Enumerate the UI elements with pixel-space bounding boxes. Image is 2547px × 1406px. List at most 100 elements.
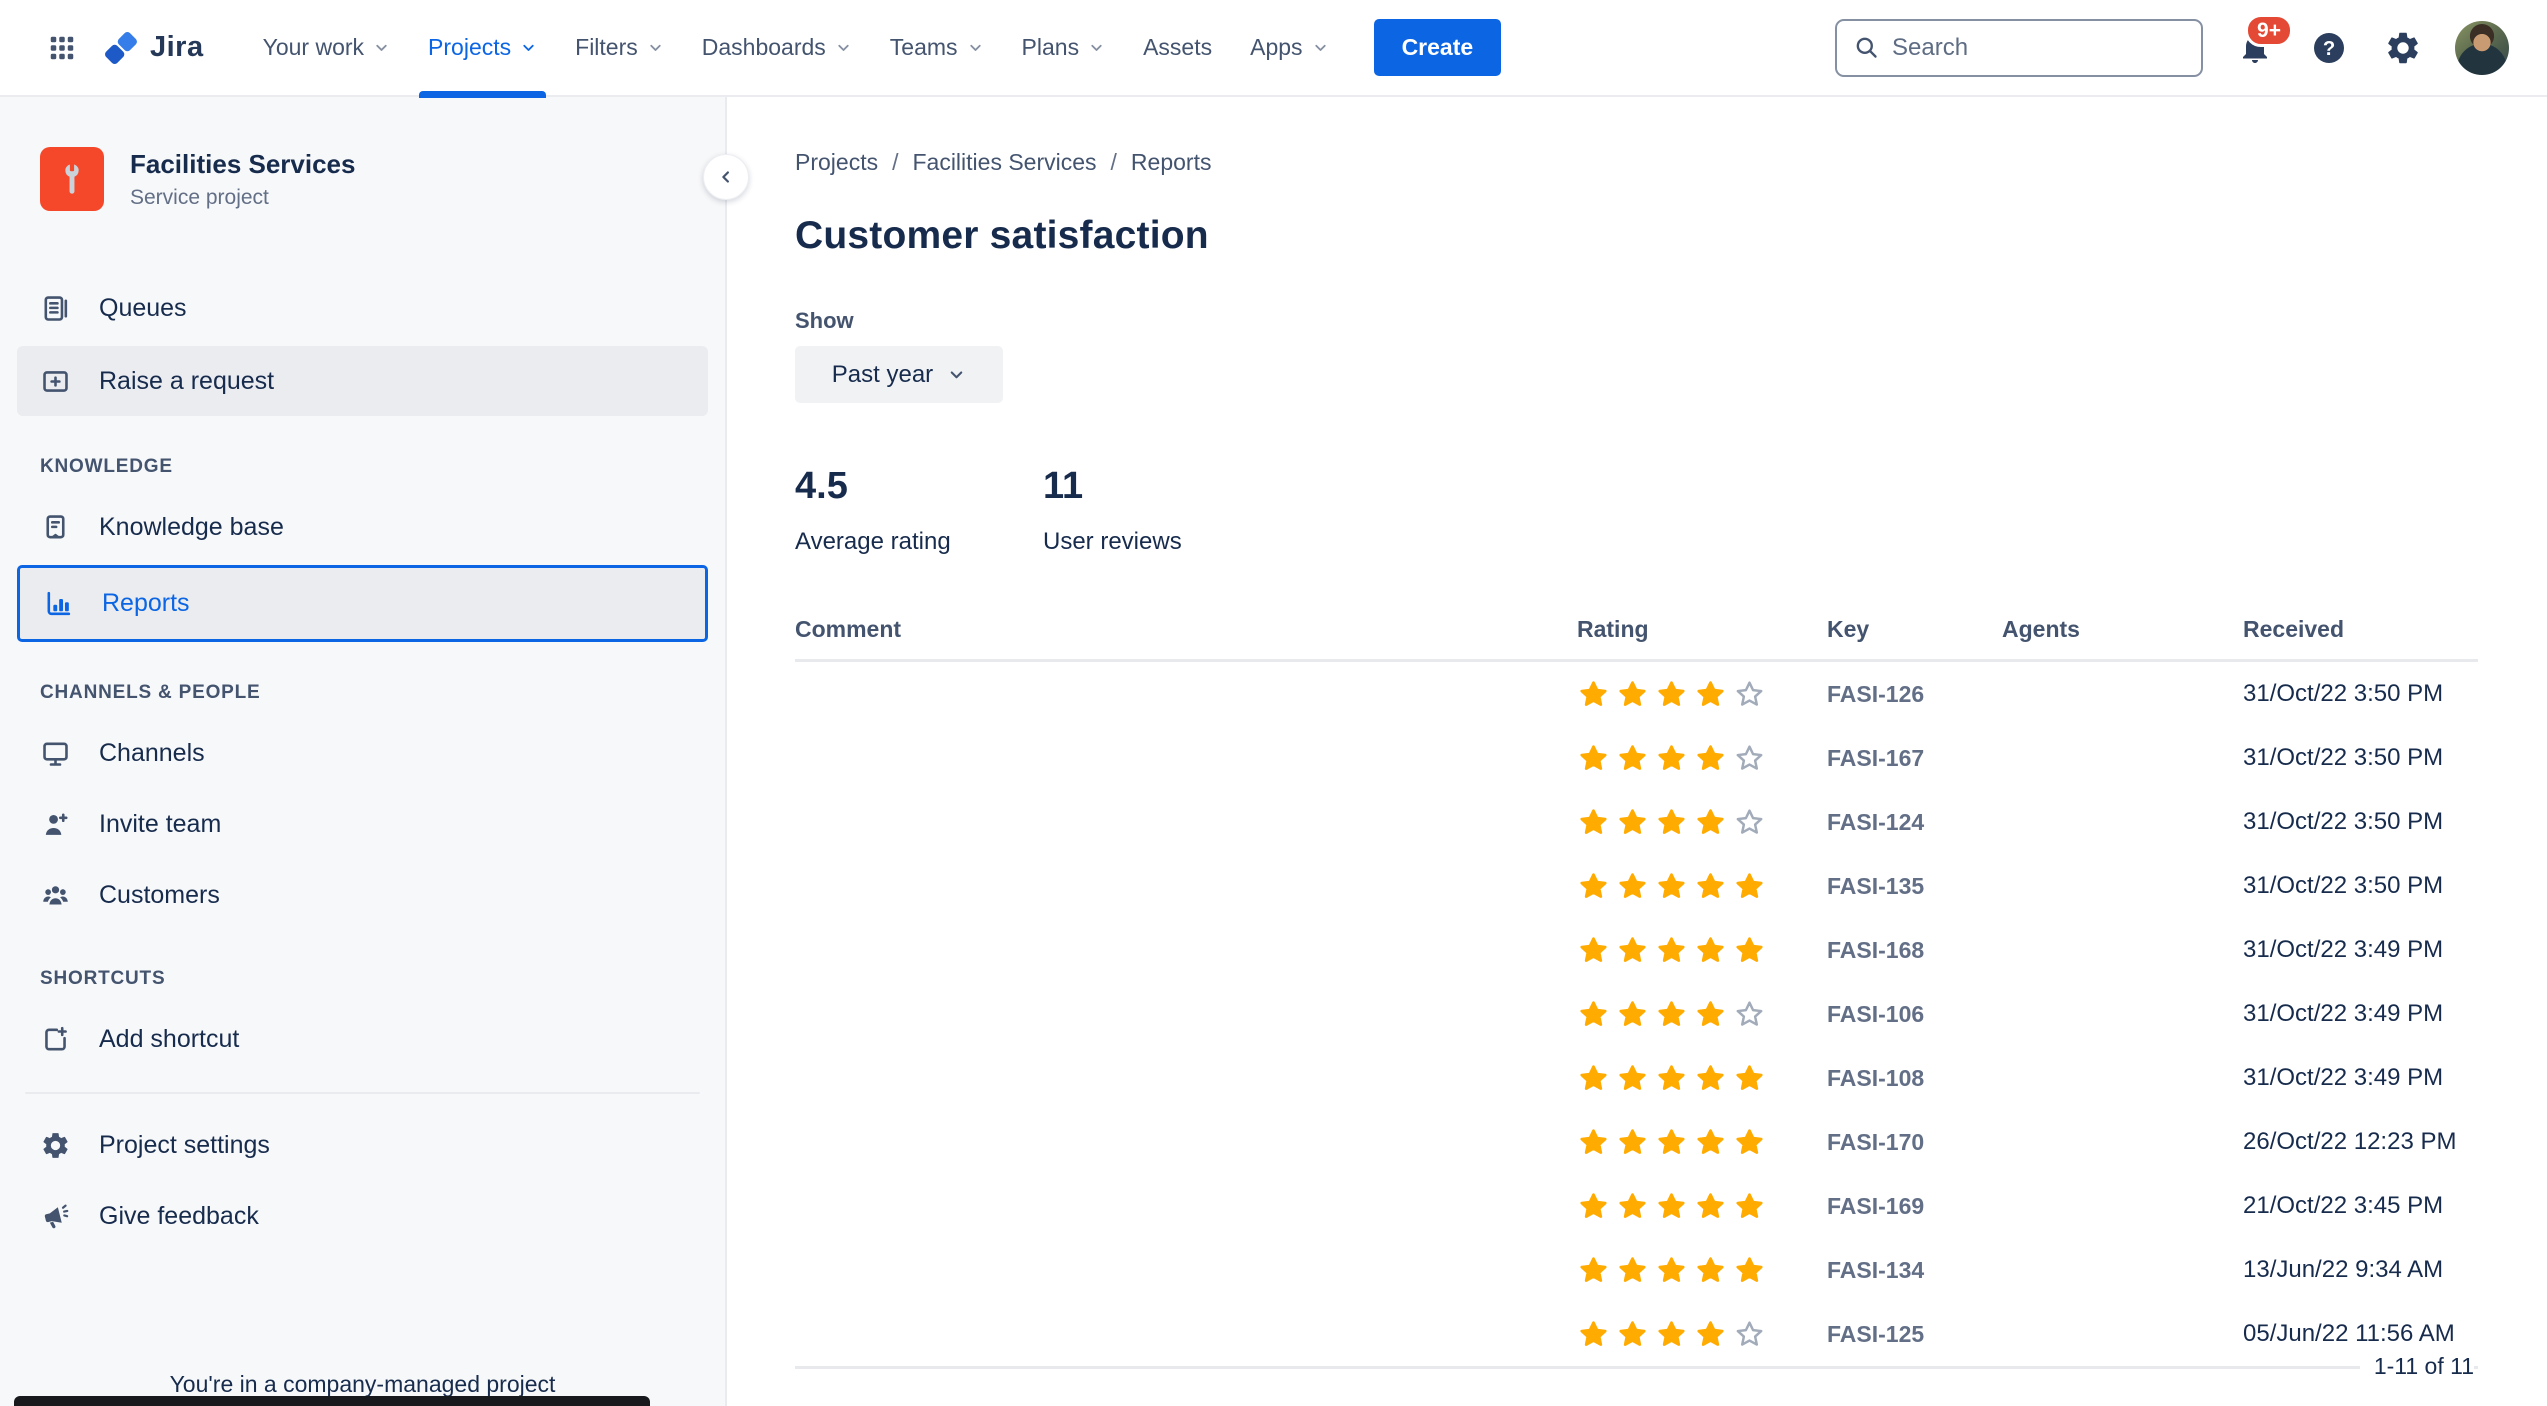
- table-row[interactable]: FASI-124 31/Oct/22 3:50 PM: [795, 790, 2478, 854]
- issue-key-link[interactable]: FASI-170: [1827, 1129, 2002, 1156]
- sidebar-item-give-feedback[interactable]: Give feedback: [17, 1183, 708, 1249]
- nav-item-label: Your work: [262, 34, 365, 60]
- sidebar-section-heading: KNOWLEDGE: [40, 456, 173, 477]
- star-empty-icon: [1736, 744, 1763, 770]
- star-filled-icon: [1658, 1128, 1685, 1154]
- issue-key-link[interactable]: FASI-126: [1827, 681, 2002, 708]
- rating-stars: [1577, 1190, 1827, 1223]
- notifications-bell-icon[interactable]: 9+: [2233, 13, 2293, 70]
- star-filled-icon: [1619, 808, 1646, 834]
- sidebar-section-heading: SHORTCUTS: [40, 968, 166, 989]
- app-switcher-icon[interactable]: [40, 26, 84, 70]
- issue-key-link[interactable]: FASI-134: [1827, 1257, 2002, 1284]
- star-filled-icon: [1580, 1256, 1607, 1282]
- issue-key-link[interactable]: FASI-167: [1827, 745, 2002, 772]
- star-filled-icon: [1697, 680, 1724, 706]
- search-box[interactable]: [1835, 18, 2203, 77]
- issue-key-link[interactable]: FASI-125: [1827, 1321, 2002, 1348]
- table-row[interactable]: FASI-169 21/Oct/22 3:45 PM: [795, 1174, 2478, 1238]
- settings-gear-icon[interactable]: [2381, 26, 2425, 70]
- project-sidebar: Facilities Services Service project Queu…: [0, 97, 749, 1406]
- sidebar-item-queues[interactable]: Queues: [17, 275, 708, 341]
- sidebar-item-project-settings[interactable]: Project settings: [17, 1112, 708, 1178]
- table-row[interactable]: FASI-108 31/Oct/22 3:49 PM: [795, 1046, 2478, 1110]
- search-icon: [1853, 34, 1880, 61]
- help-icon[interactable]: ?: [2307, 26, 2351, 70]
- show-filter-label: Show: [795, 308, 854, 333]
- star-filled-icon: [1697, 1000, 1724, 1026]
- issue-key-link[interactable]: FASI-168: [1827, 937, 2002, 964]
- sidebar-collapse-button[interactable]: [703, 154, 749, 200]
- star-filled-icon: [1697, 808, 1724, 834]
- table-body: FASI-126 31/Oct/22 3:50 PM FASI-167 31/O…: [795, 662, 2478, 1366]
- nav-item-filters[interactable]: Filters: [556, 0, 683, 96]
- issue-key-link[interactable]: FASI-124: [1827, 809, 2002, 836]
- nav-item-your-work[interactable]: Your work: [244, 0, 409, 96]
- create-button[interactable]: Create: [1373, 19, 1502, 76]
- table-row[interactable]: FASI-106 31/Oct/22 3:49 PM: [795, 982, 2478, 1046]
- issue-key-link[interactable]: FASI-108: [1827, 1065, 2002, 1092]
- table-row[interactable]: FASI-167 31/Oct/22 3:50 PM: [795, 726, 2478, 790]
- star-filled-icon: [1697, 1256, 1724, 1282]
- star-filled-icon: [1697, 936, 1724, 962]
- table-row[interactable]: FASI-170 26/Oct/22 12:23 PM: [795, 1110, 2478, 1174]
- sidebar-item-knowledge-base[interactable]: Knowledge base: [17, 494, 708, 560]
- star-filled-icon: [1619, 744, 1646, 770]
- received-date: 31/Oct/22 3:49 PM: [2243, 1000, 2444, 1027]
- star-filled-icon: [1736, 1256, 1763, 1282]
- table-row[interactable]: FASI-135 31/Oct/22 3:50 PM: [795, 854, 2478, 918]
- sidebar-item-add-shortcut[interactable]: Add shortcut: [17, 1006, 708, 1072]
- table-row[interactable]: FASI-168 31/Oct/22 3:49 PM: [795, 918, 2478, 982]
- column-header-agents: Agents: [2002, 616, 2080, 642]
- user-avatar[interactable]: [2455, 20, 2509, 75]
- received-date: 31/Oct/22 3:49 PM: [2243, 936, 2444, 963]
- issue-key-link[interactable]: FASI-135: [1827, 873, 2002, 900]
- chevron-down-icon: [373, 39, 390, 56]
- user-reviews-value: 11: [1043, 465, 1084, 507]
- sidebar-item-label: Give feedback: [99, 1201, 259, 1230]
- nav-item-assets[interactable]: Assets: [1124, 0, 1231, 96]
- sidebar-item-raise-a-request[interactable]: Raise a request: [17, 346, 708, 416]
- star-filled-icon: [1658, 1064, 1685, 1090]
- table-row[interactable]: FASI-134 13/Jun/22 9:34 AM: [795, 1238, 2478, 1302]
- star-empty-icon: [1736, 1000, 1763, 1026]
- breadcrumb-projects[interactable]: Projects: [795, 149, 878, 176]
- nav-item-projects[interactable]: Projects: [409, 0, 556, 98]
- customers-icon: [40, 880, 71, 911]
- rating-stars: [1577, 1254, 1827, 1287]
- star-filled-icon: [1658, 1000, 1685, 1026]
- received-date: 31/Oct/22 3:50 PM: [2243, 808, 2444, 835]
- nav-item-plans[interactable]: Plans: [1003, 0, 1125, 96]
- star-filled-icon: [1697, 872, 1724, 898]
- project-type-note: You're in a company-managed project: [169, 1371, 556, 1397]
- sidebar-item-invite-team[interactable]: Invite team: [17, 791, 708, 857]
- sidebar-item-channels[interactable]: Channels: [17, 720, 708, 786]
- search-input[interactable]: [1892, 33, 2202, 62]
- breadcrumb-reports[interactable]: Reports: [1131, 149, 1212, 176]
- table-row[interactable]: FASI-126 31/Oct/22 3:50 PM: [795, 662, 2478, 726]
- nav-item-dashboards[interactable]: Dashboards: [683, 0, 871, 96]
- sidebar-item-customers[interactable]: Customers: [17, 862, 708, 928]
- table-row[interactable]: FASI-125 05/Jun/22 11:56 AM: [795, 1302, 2478, 1366]
- jira-logo[interactable]: Jira: [102, 29, 204, 67]
- period-dropdown[interactable]: Past year: [795, 346, 1003, 403]
- sidebar-item-reports[interactable]: Reports: [17, 565, 708, 642]
- sidebar-item-label: Queues: [99, 293, 187, 322]
- star-empty-icon: [1736, 808, 1763, 834]
- rating-stars: [1577, 870, 1827, 903]
- issue-key-link[interactable]: FASI-106: [1827, 1001, 2002, 1028]
- breadcrumb-project[interactable]: Facilities Services: [912, 149, 1096, 176]
- invite-team-icon: [40, 809, 71, 840]
- top-navigation-bar: Jira Your work Projects Filters Dashboar…: [0, 0, 2547, 98]
- star-filled-icon: [1619, 1320, 1646, 1346]
- nav-item-label: Dashboards: [701, 34, 826, 60]
- received-date: 05/Jun/22 11:56 AM: [2243, 1320, 2455, 1347]
- nav-item-teams[interactable]: Teams: [871, 0, 1003, 96]
- nav-item-apps[interactable]: Apps: [1231, 0, 1347, 96]
- star-filled-icon: [1619, 680, 1646, 706]
- average-rating-label: Average rating: [795, 528, 951, 555]
- issue-key-link[interactable]: FASI-169: [1827, 1193, 2002, 1220]
- star-filled-icon: [1580, 1192, 1607, 1218]
- star-filled-icon: [1619, 1192, 1646, 1218]
- project-header[interactable]: Facilities Services Service project: [40, 147, 725, 211]
